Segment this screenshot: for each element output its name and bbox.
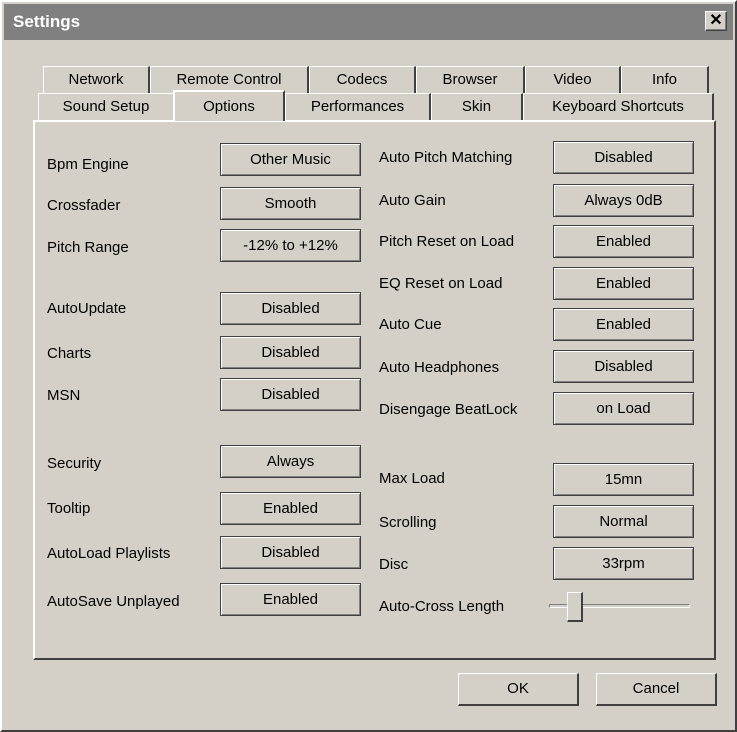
tab-label: Browser xyxy=(442,71,498,88)
disengage-beatlock-field[interactable]: on Load xyxy=(553,392,694,425)
tab-browser[interactable]: Browser xyxy=(416,66,525,93)
security-field[interactable]: Always xyxy=(220,445,361,478)
tab-label: Video xyxy=(553,71,592,88)
tab-label: Info xyxy=(651,71,678,88)
disc-field[interactable]: 33rpm xyxy=(553,547,694,580)
disc-label: Disc xyxy=(379,556,409,573)
tab-label: Sound Setup xyxy=(62,98,150,115)
tab-info[interactable]: Info xyxy=(621,66,709,93)
tab-codecs[interactable]: Codecs xyxy=(309,66,416,93)
scrolling-field[interactable]: Normal xyxy=(553,505,694,538)
crossfader-label: Crossfader xyxy=(47,197,121,214)
tab-video[interactable]: Video xyxy=(525,66,621,93)
title-bar[interactable]: Settings ✕ xyxy=(4,4,733,40)
tab-label: Keyboard Shortcuts xyxy=(552,98,684,115)
msn-label: MSN xyxy=(47,387,81,404)
auto-pitch-matching-field[interactable]: Disabled xyxy=(553,141,694,174)
close-button[interactable]: ✕ xyxy=(705,11,727,31)
tab-label: Options xyxy=(203,98,255,115)
auto-headphones-label: Auto Headphones xyxy=(379,359,500,376)
crossfader-field[interactable]: Smooth xyxy=(220,187,361,220)
tooltip-field[interactable]: Enabled xyxy=(220,492,361,525)
tab-label: Remote Control xyxy=(176,71,282,88)
max-load-label: Max Load xyxy=(379,470,445,487)
cancel-button[interactable]: Cancel xyxy=(596,673,717,706)
auto-pitch-matching-label: Auto Pitch Matching xyxy=(379,149,513,166)
tab-performances[interactable]: Performances xyxy=(285,93,431,120)
max-load-field[interactable]: 15mn xyxy=(553,463,694,496)
security-label: Security xyxy=(47,455,102,472)
auto-cue-field[interactable]: Enabled xyxy=(553,308,694,341)
auto-gain-field[interactable]: Always 0dB xyxy=(553,184,694,217)
dialog-title: Settings xyxy=(13,12,81,31)
pitch-range-label: Pitch Range xyxy=(47,239,129,256)
charts-field[interactable]: Disabled xyxy=(220,336,361,369)
tab-label: Performances xyxy=(310,98,405,115)
msn-field[interactable]: Disabled xyxy=(220,378,361,411)
tab-options[interactable]: Options xyxy=(173,90,285,121)
tooltip-label: Tooltip xyxy=(47,500,91,517)
autoload-playlists-label: AutoLoad Playlists xyxy=(47,545,171,562)
tab-skin[interactable]: Skin xyxy=(431,93,523,120)
auto-headphones-field[interactable]: Disabled xyxy=(553,350,694,383)
autosave-unplayed-label: AutoSave Unplayed xyxy=(47,593,180,610)
tab-label: Network xyxy=(68,71,124,88)
tab-sound-setup[interactable]: Sound Setup xyxy=(38,93,175,120)
pitch-range-field[interactable]: -12% to +12% xyxy=(220,229,361,262)
auto-gain-label: Auto Gain xyxy=(379,192,446,209)
pitch-reset-on-load-field[interactable]: Enabled xyxy=(553,225,694,258)
eq-reset-on-load-label: EQ Reset on Load xyxy=(379,275,503,292)
tab-label: Skin xyxy=(461,98,492,115)
tab-keyboard-shortcuts[interactable]: Keyboard Shortcuts xyxy=(523,93,714,120)
tab-remote-control[interactable]: Remote Control xyxy=(150,66,309,93)
tab-network[interactable]: Network xyxy=(43,66,150,93)
eq-reset-on-load-field[interactable]: Enabled xyxy=(553,267,694,300)
scrolling-label: Scrolling xyxy=(379,514,437,531)
close-icon: ✕ xyxy=(709,12,723,29)
ok-button[interactable]: OK xyxy=(458,673,579,706)
auto-cross-length-label: Auto-Cross Length xyxy=(379,598,505,615)
autoload-playlists-field[interactable]: Disabled xyxy=(220,536,361,569)
autosave-unplayed-field[interactable]: Enabled xyxy=(220,583,361,616)
bpm-engine-label: Bpm Engine xyxy=(47,156,129,173)
autoupdate-field[interactable]: Disabled xyxy=(220,292,361,325)
autoupdate-label: AutoUpdate xyxy=(47,300,127,317)
charts-label: Charts xyxy=(47,345,92,362)
disengage-beatlock-label: Disengage BeatLock xyxy=(379,401,518,418)
auto-cue-label: Auto Cue xyxy=(379,316,442,333)
pitch-reset-on-load-label: Pitch Reset on Load xyxy=(379,233,515,250)
tab-label: Codecs xyxy=(336,71,388,88)
auto-cross-length-slider-thumb[interactable] xyxy=(567,592,583,622)
bpm-engine-field[interactable]: Other Music xyxy=(220,143,361,176)
